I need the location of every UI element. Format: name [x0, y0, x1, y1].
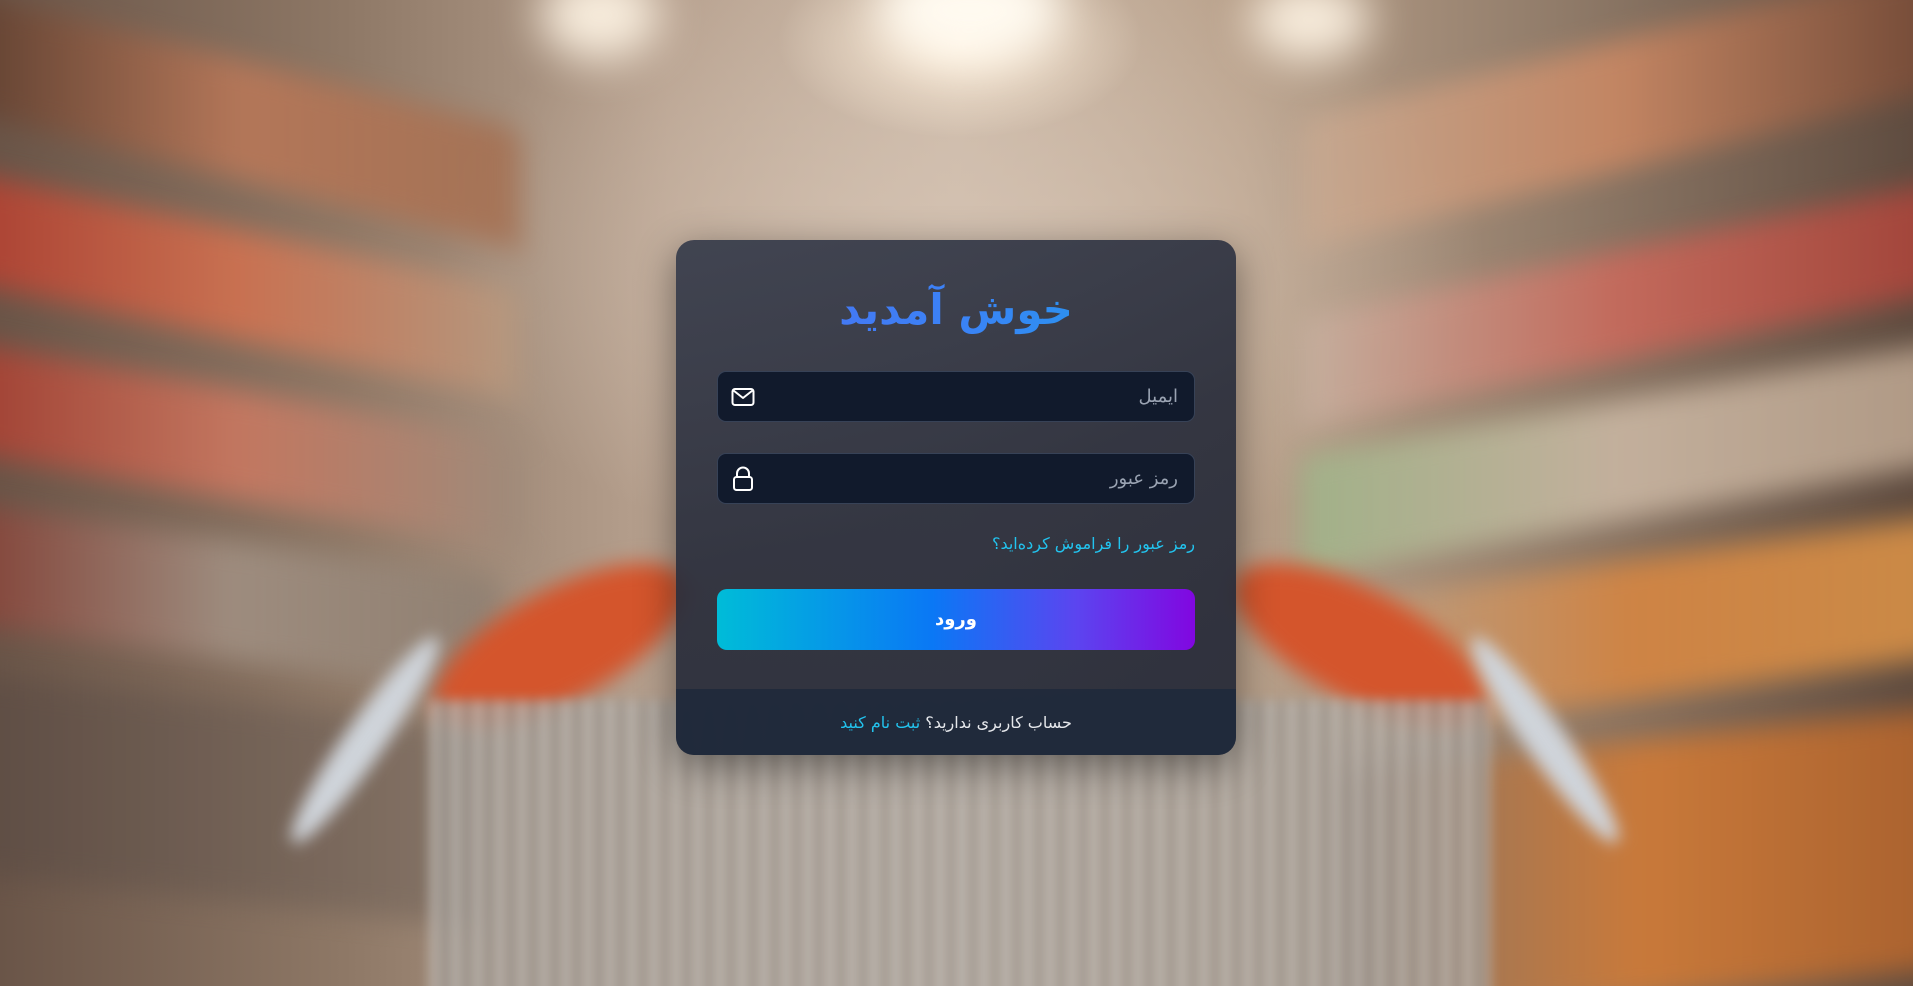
- ceiling-light: [540, 0, 660, 60]
- email-field[interactable]: [717, 371, 1195, 422]
- forgot-password-link[interactable]: رمز عبور را فراموش کرده‌اید؟: [992, 534, 1195, 553]
- ceiling-light: [1250, 0, 1370, 60]
- lock-icon: [718, 454, 768, 503]
- login-card: خوش آمدید رمز عبور را فراموش کرده‌اید؟ و…: [676, 240, 1236, 755]
- password-input[interactable]: [768, 454, 1194, 503]
- login-button[interactable]: ورود: [717, 589, 1195, 650]
- register-footer: حساب کاربری ندارید؟ ثبت نام کنید: [676, 689, 1236, 755]
- register-link[interactable]: ثبت نام کنید: [840, 713, 920, 732]
- no-account-text: حساب کاربری ندارید؟: [925, 712, 1072, 732]
- envelope-icon: [718, 372, 768, 421]
- email-input[interactable]: [768, 372, 1194, 421]
- shelf-left-5: [0, 672, 480, 928]
- welcome-title: خوش آمدید: [676, 280, 1236, 340]
- ceiling-light: [880, 0, 1060, 60]
- password-field[interactable]: [717, 453, 1195, 504]
